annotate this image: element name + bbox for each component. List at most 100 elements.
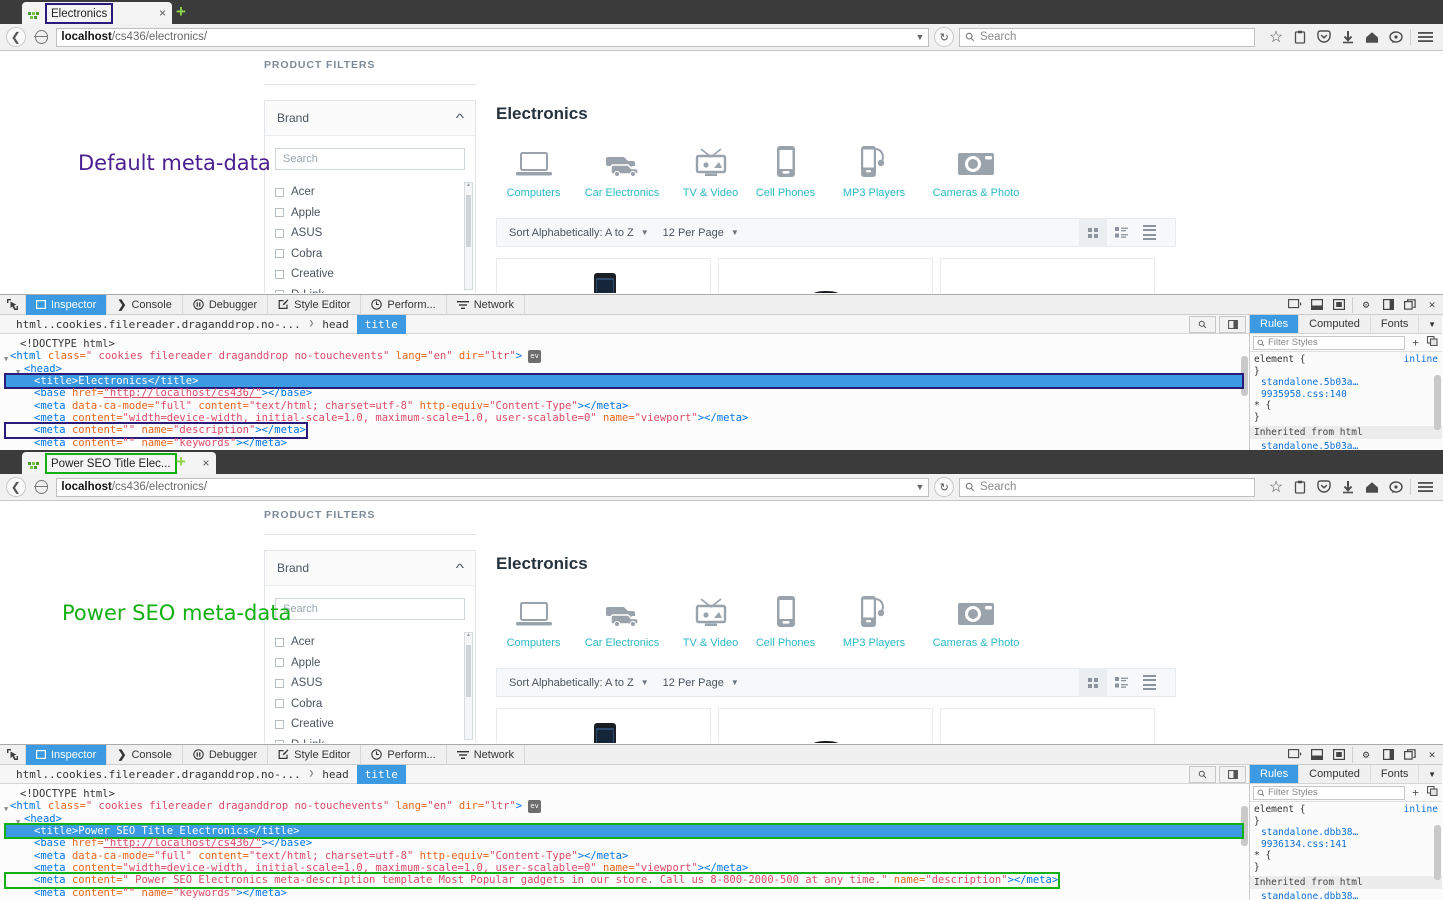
breadcrumb-head[interactable]: head [314, 765, 357, 784]
checkbox[interactable] [275, 269, 284, 279]
browser-tab[interactable]: Electronics × [22, 2, 172, 24]
checkbox[interactable] [275, 290, 284, 293]
product-card[interactable] [496, 258, 711, 293]
per-page-dropdown[interactable]: 12 Per Page ▼ [663, 227, 739, 239]
category-mp3-players[interactable]: MP3 Players [823, 592, 925, 649]
event-badge[interactable]: ev [528, 350, 541, 363]
checkbox[interactable] [275, 719, 284, 729]
list-view-icon[interactable] [1135, 218, 1163, 247]
category-tv-video[interactable]: TV & Video [673, 592, 748, 649]
category-cameras-photo[interactable]: Cameras & Photo [925, 142, 1027, 199]
category-cell-phones[interactable]: Cell Phones [748, 142, 823, 199]
checkbox[interactable] [275, 249, 284, 259]
pocket-icon[interactable] [1312, 26, 1336, 48]
copy-icon[interactable] [1426, 785, 1439, 799]
list-item[interactable]: D-Link [275, 735, 465, 743]
screenshot-icon[interactable] [1328, 745, 1350, 765]
list-item[interactable]: Cobra [275, 244, 465, 265]
hamburger-menu-icon[interactable] [1413, 26, 1437, 48]
address-bar[interactable]: localhost/cs436/electronics/ ▼ [56, 477, 930, 497]
breadcrumb-title[interactable]: title [356, 764, 406, 784]
rules-scrollbar[interactable] [1434, 825, 1441, 880]
screenshot-icon[interactable] [1328, 295, 1350, 315]
category-car-electronics[interactable]: Car Electronics [571, 142, 673, 199]
base-href-value[interactable]: "http://localhost/cs436/" [104, 387, 262, 399]
css-source-link[interactable]: standalone.dbb38…9936134.css:141 [1254, 827, 1438, 850]
chevron-up-icon[interactable]: ^ [456, 561, 464, 575]
checkbox[interactable] [275, 699, 284, 709]
universal-selector[interactable]: * { [1254, 850, 1271, 861]
split-console-icon[interactable] [1306, 295, 1328, 315]
chevron-down-icon[interactable]: ▼ [1422, 765, 1442, 783]
browser-tab[interactable]: Power SEO Title Elec... × [22, 452, 216, 474]
tab-style-editor[interactable]: Style Editor [268, 294, 362, 315]
tab-fonts[interactable]: Fonts [1371, 315, 1420, 333]
tab-style-editor[interactable]: Style Editor [268, 744, 362, 765]
dock-side-icon[interactable] [1377, 295, 1399, 315]
list-item[interactable]: Cobra [275, 694, 465, 715]
title-code-line[interactable]: <title>Power SEO Title Electronics</titl… [4, 822, 1244, 840]
star-icon[interactable]: ☆ [1264, 476, 1288, 498]
star-icon[interactable]: ☆ [1264, 26, 1288, 48]
dock-side-icon[interactable] [1377, 745, 1399, 765]
list-item[interactable]: Apple [275, 203, 465, 224]
css-source-link-inherited[interactable]: standalone.dbb38…9936134.css:141 [1254, 891, 1438, 900]
rules-scrollbar[interactable] [1434, 375, 1441, 430]
reload-icon[interactable]: ↻ [934, 27, 954, 47]
chevron-down-icon[interactable]: ▼ [1422, 315, 1442, 333]
breadcrumb-title[interactable]: title [356, 314, 406, 334]
list-item[interactable]: Apple [275, 653, 465, 674]
filter-styles-input[interactable]: Filter Styles [1253, 335, 1405, 350]
product-card[interactable] [940, 258, 1155, 293]
tab-rules[interactable]: Rules [1250, 315, 1300, 333]
copy-icon[interactable] [1426, 335, 1439, 349]
tab-network[interactable]: Network [447, 744, 526, 765]
list-grid-view-icon[interactable] [1107, 668, 1135, 697]
sort-dropdown[interactable]: Sort Alphabetically: A to Z ▼ [509, 677, 649, 689]
tab-inspector[interactable]: Inspector [26, 744, 108, 765]
tab-network[interactable]: Network [447, 294, 526, 315]
back-arrow-icon[interactable]: ❮ [6, 27, 26, 47]
chat-icon[interactable] [1384, 26, 1408, 48]
tab-performance[interactable]: Perform... [361, 744, 447, 765]
panel-toggle-icon[interactable] [1219, 315, 1246, 333]
chevron-down-icon[interactable]: ▼ [915, 32, 924, 42]
tab-computed[interactable]: Computed [1299, 315, 1371, 333]
category-car-electronics[interactable]: Car Electronics [571, 592, 673, 649]
pocket-icon[interactable] [1312, 476, 1336, 498]
checkbox[interactable] [275, 658, 284, 668]
tab-debugger[interactable]: Debugger [183, 744, 269, 765]
list-item[interactable]: Creative [275, 264, 465, 285]
brand-list-scrollbar[interactable] [464, 182, 473, 290]
checkbox[interactable] [275, 187, 284, 197]
breadcrumb-html[interactable]: html..cookies.filereader.draganddrop.no-… [8, 765, 309, 784]
settings-gear-icon[interactable]: ⚙ [1355, 295, 1377, 315]
brand-search-input[interactable]: Search [275, 148, 465, 170]
download-icon[interactable] [1336, 476, 1360, 498]
grid-view-icon[interactable] [1079, 668, 1107, 697]
base-href-value[interactable]: "http://localhost/cs436/" [104, 837, 262, 849]
tab-rules[interactable]: Rules [1250, 765, 1300, 783]
search-icon[interactable] [1189, 765, 1216, 783]
css-source-link[interactable]: standalone.5b03a…9935958.css:140 [1254, 377, 1438, 400]
universal-selector[interactable]: * { [1254, 400, 1271, 411]
brand-panel-header[interactable]: Brand ^ [265, 551, 475, 586]
search-input[interactable]: Search [959, 27, 1255, 47]
filter-styles-input[interactable]: Filter Styles [1253, 785, 1405, 800]
category-cameras-photo[interactable]: Cameras & Photo [925, 592, 1027, 649]
new-tab-button[interactable]: + [176, 453, 186, 470]
list-item[interactable]: Creative [275, 714, 465, 735]
category-cell-phones[interactable]: Cell Phones [748, 592, 823, 649]
checkbox[interactable] [275, 740, 284, 743]
checkbox[interactable] [275, 637, 284, 647]
tab-fonts[interactable]: Fonts [1371, 765, 1420, 783]
title-code-line[interactable]: <title>Electronics</title> [4, 372, 1244, 390]
grid-view-icon[interactable] [1079, 218, 1107, 247]
chat-icon[interactable] [1384, 476, 1408, 498]
brand-search-input[interactable]: Search [275, 598, 465, 620]
search-input[interactable]: Search [959, 477, 1255, 497]
panel-toggle-icon[interactable] [1219, 765, 1246, 783]
checkbox[interactable] [275, 208, 284, 218]
product-card[interactable] [718, 258, 933, 293]
split-console-icon[interactable] [1306, 745, 1328, 765]
